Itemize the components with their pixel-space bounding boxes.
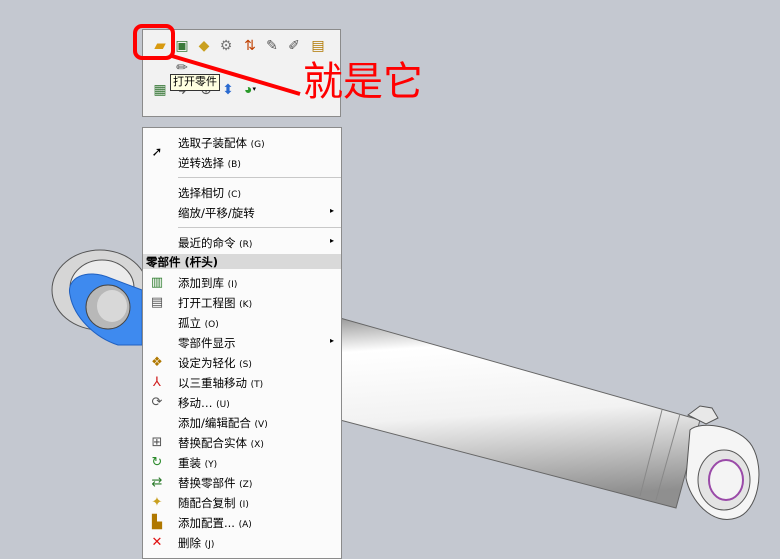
menu-item-shortcut: (Y): [204, 460, 218, 470]
submenu-arrow-icon: ▸: [329, 236, 334, 245]
menu-item-copy-with-mates[interactable]: ✦ 随配合复制 (I): [143, 492, 341, 512]
menu-item-delete[interactable]: ✕ 删除 (J): [143, 532, 341, 552]
menu-item-shortcut: (I): [227, 280, 238, 290]
menu-item-shortcut: (Z): [239, 480, 253, 490]
copy-with-mates-icon: ✦: [151, 494, 163, 510]
menu-item-add-to-library[interactable]: ▥ 添加到库 (I): [143, 272, 341, 292]
menu-item-label: 逆转选择: [178, 156, 224, 170]
menu-item-zoom-pan-rotate[interactable]: 缩放/平移/旋转 ▸: [143, 202, 341, 222]
menu-item-label: 最近的命令: [178, 236, 236, 250]
menu-separator: [178, 177, 341, 178]
menu-item-label: 添加到库: [178, 276, 224, 290]
replace-component-icon: ⇄: [151, 474, 163, 490]
annotation-text: 就是它: [303, 59, 423, 105]
select-cursor-icon: ➚: [151, 144, 163, 160]
menu-item-move[interactable]: ⟳ 移动… (U): [143, 392, 341, 412]
menu-item-shortcut: (B): [227, 160, 241, 170]
menu-item-shortcut: (I): [239, 500, 249, 510]
menu-item-label: 设定为轻化: [178, 356, 236, 370]
menu-item-label: 选择相切: [178, 186, 224, 200]
menu-item-label: 替换配合实体: [178, 436, 247, 450]
delete-icon: ✕: [151, 534, 163, 550]
menu-item-shortcut: (V): [254, 420, 268, 430]
menu-item-recent-commands[interactable]: 最近的命令 (R) ▸: [143, 232, 341, 252]
menu-item-label: 选取子装配体: [178, 136, 247, 150]
menu-item-shortcut: (S): [239, 360, 252, 370]
menu-item-shortcut: (T): [250, 380, 264, 390]
menu-item-label: 零部件显示: [178, 336, 236, 350]
menu-item-replace-component[interactable]: ⇄ 替换零部件 (Z): [143, 472, 341, 492]
menu-separator: [178, 227, 341, 228]
menu-item-label: 以三重轴移动: [178, 376, 247, 390]
configuration-icon: ▙: [152, 514, 162, 530]
menu-item-label: 缩放/平移/旋转: [178, 206, 255, 220]
menu-item-label: 删除: [178, 536, 201, 550]
context-menu: 选取子装配体 (G) ➚ 逆转选择 (B) 选择相切 (C) 缩放/平移/旋转 …: [142, 127, 342, 559]
menu-item-shortcut: (R): [239, 240, 253, 250]
menu-item-open-drawing[interactable]: ▤ 打开工程图 (K): [143, 292, 341, 312]
submenu-arrow-icon: ▸: [329, 206, 334, 215]
menu-item-component-display[interactable]: 零部件显示 ▸: [143, 332, 341, 352]
menu-item-label: 孤立: [178, 316, 201, 330]
menu-item-label: 重装: [178, 456, 201, 470]
menu-item-select-tangency[interactable]: 选择相切 (C): [143, 182, 341, 202]
menu-item-label: 随配合复制: [178, 496, 236, 510]
reload-icon: ↻: [151, 454, 163, 470]
menu-item-reload[interactable]: ↻ 重装 (Y): [143, 452, 341, 472]
menu-item-shortcut: (X): [250, 440, 264, 450]
move-icon: ⟳: [151, 394, 163, 410]
menu-item-label: 添加配置...: [178, 516, 235, 530]
menu-item-shortcut: (G): [250, 140, 265, 150]
lightweight-icon: ❖: [151, 354, 163, 370]
menu-item-set-lightweight[interactable]: ❖ 设定为轻化 (S): [143, 352, 341, 372]
menu-item-move-with-triad[interactable]: ⅄ 以三重轴移动 (T): [143, 372, 341, 392]
menu-item-add-configuration[interactable]: ▙ 添加配置... (A): [143, 512, 341, 532]
menu-item-label: 移动…: [178, 396, 213, 410]
menu-item-shortcut: (A): [238, 520, 252, 530]
menu-item-label: 打开工程图: [178, 296, 236, 310]
menu-item-label: 添加/编辑配合: [178, 416, 251, 430]
triad-icon: ⅄: [153, 374, 161, 390]
menu-item-shortcut: (K): [239, 300, 253, 310]
menu-item-shortcut: (O): [204, 320, 219, 330]
menu-item-replace-mate-entities[interactable]: ⊞ 替换配合实体 (X): [143, 432, 341, 452]
menu-item-shortcut: (U): [216, 400, 230, 410]
menu-item-isolate[interactable]: 孤立 (O): [143, 312, 341, 332]
menu-item-invert-selection[interactable]: ➚ 逆转选择 (B): [143, 146, 341, 172]
menu-item-shortcut: (C): [227, 190, 241, 200]
submenu-arrow-icon: ▸: [329, 336, 334, 345]
library-icon: ▥: [150, 274, 164, 290]
menu-section-header: 零部件 (杆头): [143, 254, 341, 269]
drawing-icon: ▤: [150, 294, 164, 310]
menu-item-label: 替换零部件: [178, 476, 236, 490]
replace-mate-icon: ⊞: [151, 434, 163, 450]
menu-item-select-subassembly[interactable]: 选取子装配体 (G): [143, 132, 341, 152]
menu-item-add-edit-mate[interactable]: 添加/编辑配合 (V): [143, 412, 341, 432]
